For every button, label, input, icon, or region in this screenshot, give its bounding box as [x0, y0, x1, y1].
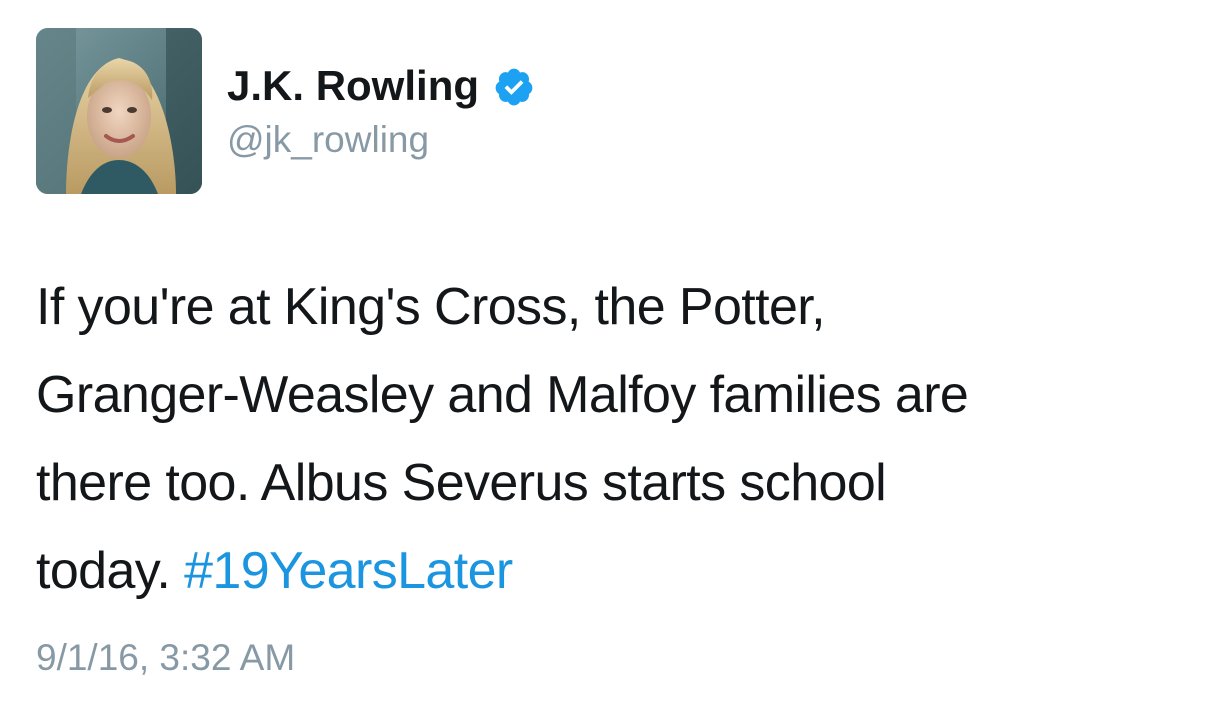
tweet-line: there too. Albus Severus starts school [36, 454, 887, 512]
hashtag-link[interactable]: #19YearsLater [184, 542, 513, 600]
tweet-line: Granger-Weasley and Malfoy families are [36, 366, 969, 424]
name-row: J.K. Rowling [227, 58, 535, 114]
tweet-line-text: today. [36, 542, 171, 600]
tweet-timestamp[interactable]: 9/1/16, 3:32 AM [36, 634, 295, 682]
tweet-header: J.K. Rowling @jk_rowling [227, 58, 535, 164]
display-name[interactable]: J.K. Rowling [227, 58, 479, 114]
avatar[interactable] [36, 28, 202, 194]
profile-photo [36, 28, 202, 194]
tweet-line-last: today. #19YearsLater [36, 527, 1206, 615]
verified-badge-icon [493, 66, 535, 108]
user-handle[interactable]: @jk_rowling [227, 116, 535, 164]
tweet-line: If you're at King's Cross, the Potter, [36, 278, 826, 336]
tweet-text: If you're at King's Cross, the Potter, G… [36, 263, 1206, 615]
tweet-card: J.K. Rowling @jk_rowling If you're at Ki… [0, 0, 1223, 716]
